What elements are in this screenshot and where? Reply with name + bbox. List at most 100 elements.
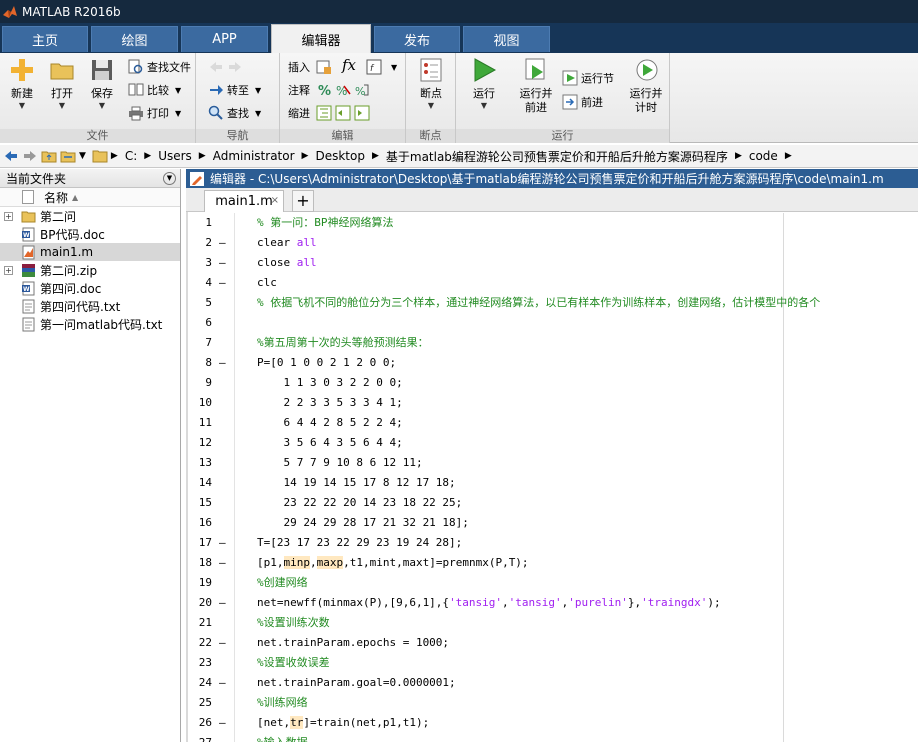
- code-text[interactable]: 3 5 6 4 3 5 6 4 4;: [257, 433, 402, 453]
- insert-button[interactable]: 插入: [288, 58, 335, 76]
- code-text[interactable]: net.trainParam.epochs = 1000;: [257, 633, 449, 653]
- code-text[interactable]: net=newff(minmax(P),[9,6,1],{'tansig','t…: [257, 593, 721, 613]
- line-number[interactable]: 20: [188, 593, 212, 613]
- comment-button[interactable]: 注释 % % %: [288, 81, 373, 99]
- line-number[interactable]: 12: [188, 433, 212, 453]
- line-number[interactable]: 15: [188, 493, 212, 513]
- line-number[interactable]: 7: [188, 333, 212, 353]
- code-text[interactable]: 2 2 3 3 5 3 3 4 1;: [257, 393, 402, 413]
- code-text[interactable]: clear all: [257, 233, 317, 253]
- line-number[interactable]: 4: [188, 273, 212, 293]
- code-text[interactable]: 29 24 29 28 17 21 32 21 18];: [257, 513, 468, 533]
- line-number[interactable]: 10: [188, 393, 212, 413]
- line-number[interactable]: 26: [188, 713, 212, 733]
- tab-apps[interactable]: APP: [181, 26, 268, 52]
- compare-button[interactable]: 比较 ▼: [128, 81, 181, 99]
- line-number[interactable]: 5: [188, 293, 212, 313]
- tab-plots[interactable]: 绘图: [91, 26, 178, 52]
- file-row[interactable]: W BP代码.doc: [0, 225, 180, 243]
- code-text[interactable]: close all: [257, 253, 317, 273]
- executable-line-marker[interactable]: –: [219, 633, 226, 653]
- code-text[interactable]: 6 4 4 2 8 5 2 2 4;: [257, 413, 402, 433]
- function-browser-button[interactable]: f ▼: [366, 58, 397, 76]
- code-text[interactable]: %设置收敛误差: [257, 653, 330, 673]
- code-text[interactable]: %第五周第十次的头等舱预测结果：: [257, 333, 429, 353]
- goto-button[interactable]: 转至 ▼: [208, 81, 261, 99]
- executable-line-marker[interactable]: –: [219, 253, 226, 273]
- line-number[interactable]: 3: [188, 253, 212, 273]
- indent-button[interactable]: 缩进: [288, 104, 373, 122]
- tab-home[interactable]: 主页: [2, 26, 88, 52]
- code-text[interactable]: [p1,minp,maxp,t1,mint,maxt]=premnmx(P,T)…: [257, 553, 529, 573]
- find-button[interactable]: 查找 ▼: [208, 104, 261, 122]
- editor-tab-main1[interactable]: main1.m ×: [204, 190, 284, 212]
- crumb-drive[interactable]: C:: [125, 149, 137, 163]
- crumb-code[interactable]: code: [749, 149, 778, 163]
- run-section-button[interactable]: 运行节: [562, 69, 614, 87]
- executable-line-marker[interactable]: –: [219, 593, 226, 613]
- file-row[interactable]: + 第二问: [0, 207, 180, 225]
- run-button[interactable]: 运行 ▼: [464, 57, 504, 111]
- line-number[interactable]: 9: [188, 373, 212, 393]
- code-text[interactable]: %创建网络: [257, 573, 308, 593]
- new-button[interactable]: 新建 ▼: [2, 57, 42, 111]
- line-number[interactable]: 18: [188, 553, 212, 573]
- tab-publish[interactable]: 发布: [374, 26, 460, 52]
- line-number[interactable]: 11: [188, 413, 212, 433]
- executable-line-marker[interactable]: –: [219, 553, 226, 573]
- code-text[interactable]: net.trainParam.goal=0.0000001;: [257, 673, 456, 693]
- code-text[interactable]: %输入数据: [257, 733, 308, 742]
- line-number[interactable]: 1: [188, 213, 212, 233]
- tab-editor[interactable]: 编辑器: [271, 24, 371, 53]
- back-forward-buttons[interactable]: [208, 58, 246, 76]
- code-text[interactable]: % 依据飞机不同的舱位分为三个样本，通过神经网络算法，以已有样本作为训练样本，创…: [257, 293, 820, 313]
- code-text[interactable]: T=[23 17 23 22 29 23 19 24 28];: [257, 533, 462, 553]
- file-row[interactable]: main1.m: [0, 243, 180, 261]
- line-number[interactable]: 14: [188, 473, 212, 493]
- open-button[interactable]: 打开 ▼: [42, 57, 82, 111]
- back-arrow-icon[interactable]: [3, 148, 19, 164]
- forward-arrow-icon[interactable]: [22, 148, 38, 164]
- run-and-advance-button[interactable]: 运行并 前进: [514, 57, 558, 115]
- new-tab-button[interactable]: +: [292, 190, 314, 212]
- executable-line-marker[interactable]: –: [219, 353, 226, 373]
- crumb-users[interactable]: Users: [158, 149, 192, 163]
- file-row[interactable]: + 第二问.zip: [0, 261, 180, 279]
- breakpoints-button[interactable]: 断点 ▼: [411, 57, 451, 111]
- code-text[interactable]: 5 7 7 9 10 8 6 12 11;: [257, 453, 422, 473]
- file-row[interactable]: W 第四问.doc: [0, 279, 180, 297]
- crumb-project[interactable]: 基于matlab编程游轮公司预售票定价和开船后升舱方案源码程序: [386, 148, 728, 165]
- code-text[interactable]: P=[0 1 0 0 2 1 2 0 0;: [257, 353, 396, 373]
- close-tab-icon[interactable]: ×: [271, 195, 279, 206]
- executable-line-marker[interactable]: –: [219, 713, 226, 733]
- code-text[interactable]: [net,tr]=train(net,p1,t1);: [257, 713, 429, 733]
- name-column-header[interactable]: 名称 ▲: [0, 188, 180, 207]
- line-number[interactable]: 27: [188, 733, 212, 742]
- line-number[interactable]: 25: [188, 693, 212, 713]
- up-folder-icon[interactable]: [41, 148, 57, 164]
- run-and-time-button[interactable]: 运行并 计时: [624, 57, 668, 115]
- code-text[interactable]: clc: [257, 273, 277, 293]
- code-text[interactable]: 14 19 14 15 17 8 12 17 18;: [257, 473, 455, 493]
- line-number[interactable]: 24: [188, 673, 212, 693]
- browse-folder-icon[interactable]: [60, 148, 76, 164]
- panel-actions-icon[interactable]: ▼: [163, 171, 176, 185]
- code-text[interactable]: %设置训练次数: [257, 613, 330, 633]
- line-number[interactable]: 17: [188, 533, 212, 553]
- line-number[interactable]: 6: [188, 313, 212, 333]
- file-row[interactable]: 第一问matlab代码.txt: [0, 315, 180, 333]
- code-text[interactable]: %训练网络: [257, 693, 308, 713]
- save-button[interactable]: 保存 ▼: [82, 57, 122, 111]
- executable-line-marker[interactable]: –: [219, 273, 226, 293]
- crumb-administrator[interactable]: Administrator: [213, 149, 295, 163]
- tab-view[interactable]: 视图: [463, 26, 550, 52]
- code-area[interactable]: 1% 第一问：BP神经网络算法 2– clear all 3– close all 4– c…: [188, 213, 918, 742]
- executable-line-marker[interactable]: –: [219, 673, 226, 693]
- executable-line-marker[interactable]: –: [219, 233, 226, 253]
- line-number[interactable]: 2: [188, 233, 212, 253]
- line-number[interactable]: 16: [188, 513, 212, 533]
- code-text[interactable]: 1 1 3 0 3 2 2 0 0;: [257, 373, 402, 393]
- crumb-desktop[interactable]: Desktop: [315, 149, 365, 163]
- line-number[interactable]: 8: [188, 353, 212, 373]
- file-row[interactable]: 第四问代码.txt: [0, 297, 180, 315]
